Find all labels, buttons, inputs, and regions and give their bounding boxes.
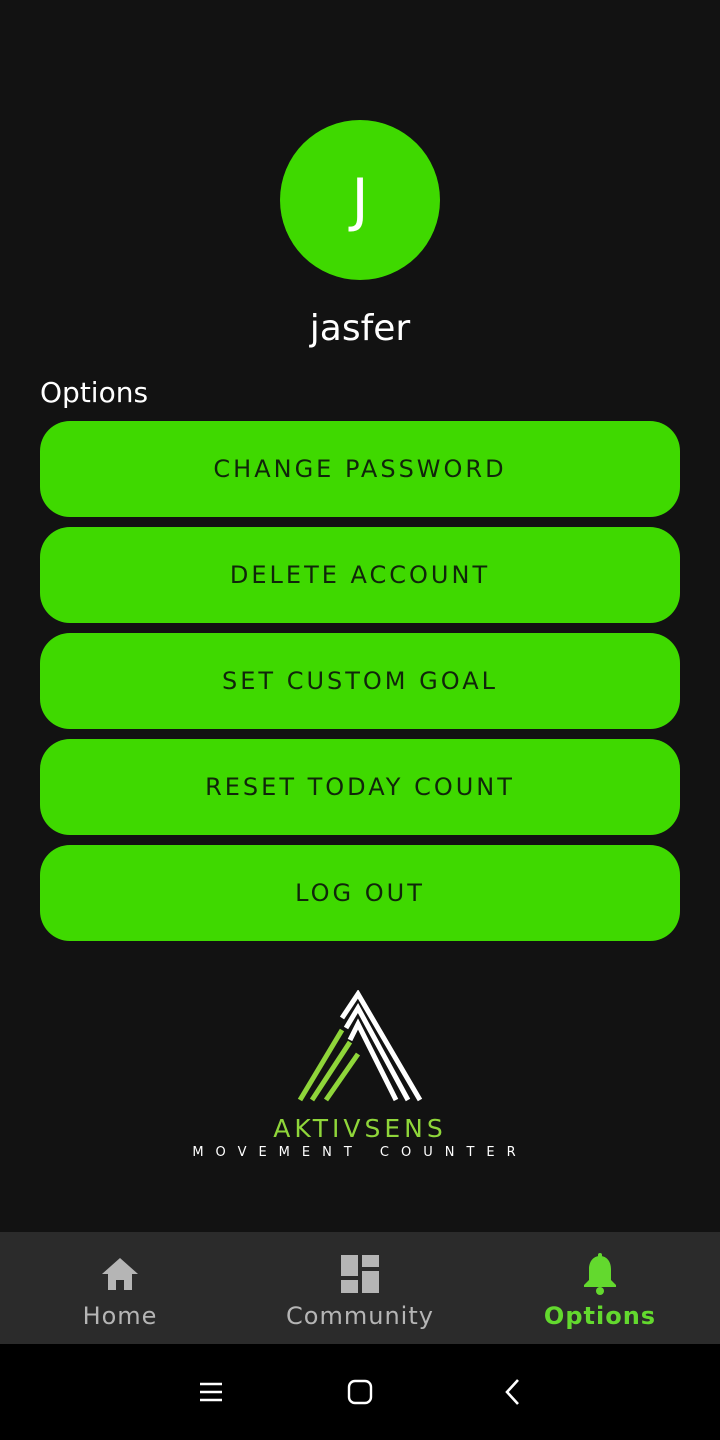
options-screen: J jasfer Options CHANGE PASSWORD DELETE …	[0, 0, 720, 1440]
bottom-navigation: Home Community Options	[0, 1232, 720, 1344]
system-navigation-bar	[0, 1344, 720, 1440]
logo-wordmark: AKTIVSENS	[273, 1114, 447, 1143]
nav-item-community[interactable]: Community	[240, 1232, 480, 1344]
change-password-button[interactable]: CHANGE PASSWORD	[40, 421, 680, 517]
home-icon	[98, 1252, 142, 1296]
recents-icon[interactable]	[187, 1368, 235, 1416]
reset-today-count-button[interactable]: RESET TODAY COUNT	[40, 739, 680, 835]
aktivsens-logo-icon	[297, 990, 423, 1102]
logo-tagline: MOVEMENT COUNTER	[192, 1145, 528, 1160]
username: jasfer	[309, 308, 411, 349]
dashboard-icon	[338, 1252, 382, 1296]
avatar: J	[280, 120, 440, 280]
delete-account-button[interactable]: DELETE ACCOUNT	[40, 527, 680, 623]
nav-item-options[interactable]: Options	[480, 1232, 720, 1344]
back-icon[interactable]	[488, 1368, 536, 1416]
options-section-title: Options	[40, 376, 149, 409]
home-circle-icon[interactable]	[336, 1368, 384, 1416]
nav-label-home: Home	[82, 1302, 158, 1330]
nav-label-community: Community	[286, 1302, 434, 1330]
avatar-initial: J	[351, 166, 369, 234]
bell-icon	[578, 1252, 622, 1296]
set-custom-goal-button[interactable]: SET CUSTOM GOAL	[40, 633, 680, 729]
nav-item-home[interactable]: Home	[0, 1232, 240, 1344]
log-out-button[interactable]: LOG OUT	[40, 845, 680, 941]
nav-label-options: Options	[543, 1302, 657, 1330]
